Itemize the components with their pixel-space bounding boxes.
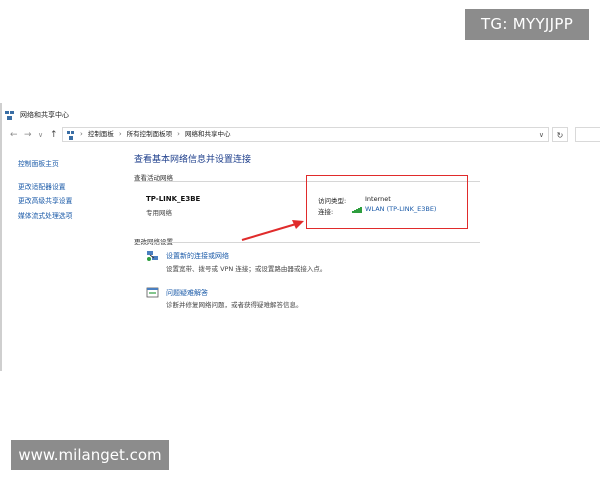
change-settings-heading: 更改网络设置 [134,238,173,246]
setup-connection-description: 设置宽带、拨号或 VPN 连接；或设置路由器或接入点。 [166,265,327,273]
sidebar: 控制面板主页 更改适配器设置 更改高级共享设置 媒体流式处理选项 [18,157,72,223]
new-connection-icon [147,251,158,261]
search-input[interactable] [575,127,600,142]
setup-connection-link[interactable]: 设置新的连接或网络 [166,251,229,261]
breadcrumb-separator: › [177,130,180,138]
refresh-button[interactable]: ↻ [552,127,568,142]
breadcrumb-separator: › [80,130,83,138]
navigation-bar: ← → ∨ ↑ › 控制面板 › 所有控制面板项 › 网络和共享中心 ∨ ↻ [0,126,600,144]
url-watermark: www.milanget.com [11,440,169,470]
sidebar-item-home[interactable]: 控制面板主页 [18,157,72,172]
highlight-box [306,175,468,229]
window-titlebar: 网络和共享中心 [5,107,69,123]
troubleshoot-icon [146,287,159,298]
network-category: 专用网络 [146,209,172,217]
troubleshoot-description: 诊断并修复网络问题，或者获得疑难解答信息。 [166,301,303,309]
network-center-icon [5,110,14,120]
recent-dropdown-icon[interactable]: ∨ [38,128,43,142]
address-dropdown-icon[interactable]: ∨ [539,128,544,143]
address-bar[interactable]: › 控制面板 › 所有控制面板项 › 网络和共享中心 ∨ [62,127,549,142]
breadcrumb-all-items[interactable]: 所有控制面板项 [127,127,173,142]
breadcrumb-network-center[interactable]: 网络和共享中心 [185,127,231,142]
back-arrow-icon[interactable]: ← [10,128,18,142]
address-network-icon [67,130,75,140]
sidebar-item-media-streaming[interactable]: 媒体流式处理选项 [18,209,72,224]
breadcrumb-separator: › [118,130,122,138]
forward-arrow-icon[interactable]: → [24,128,32,142]
network-name: TP-LINK_E3BE [146,195,201,203]
sidebar-item-adapter-settings[interactable]: 更改适配器设置 [18,180,72,195]
tg-watermark: TG: MYYJJPP [465,9,589,40]
sidebar-item-advanced-sharing[interactable]: 更改高级共享设置 [18,194,72,209]
section-divider [134,242,480,243]
page-title: 查看基本网络信息并设置连接 [134,155,252,165]
up-arrow-icon[interactable]: ↑ [50,128,58,142]
troubleshoot-link[interactable]: 问题疑难解答 [166,288,208,298]
breadcrumb-control-panel[interactable]: 控制面板 [88,127,114,142]
window-title: 网络和共享中心 [20,111,69,119]
